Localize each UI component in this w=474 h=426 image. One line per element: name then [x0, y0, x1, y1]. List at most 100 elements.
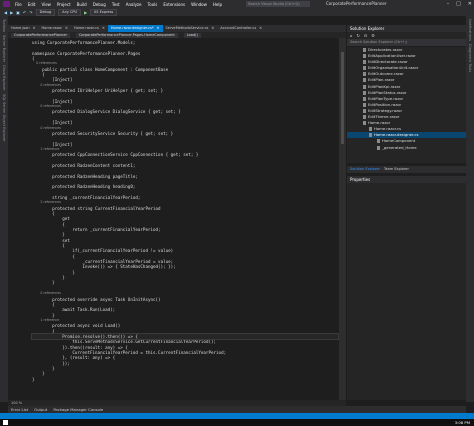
solution-explorer-title: Solution Explorer	[347, 25, 466, 32]
properties-title: Properties	[347, 176, 466, 183]
solution-tree-item-label: EditPosition.razor	[368, 101, 402, 107]
menu-item-extensions[interactable]: Extensions	[160, 2, 188, 7]
solution-tree-item-label: Home.razor.cs	[374, 126, 402, 132]
editor-tab[interactable]: Home.razor.designer.cs* ✕	[107, 25, 163, 32]
project-dropdown[interactable]: CorporatePerformancePlanner	[11, 32, 70, 38]
file-icon	[363, 72, 366, 77]
save-icon[interactable]: ▣	[16, 10, 20, 15]
window-title: CorporatePerformancePlanner	[326, 1, 387, 6]
undo-icon[interactable]: ↶	[23, 10, 26, 15]
file-icon	[363, 115, 366, 120]
file-icon	[377, 139, 380, 144]
settings-icon[interactable]: ⚙	[371, 33, 375, 38]
forward-icon[interactable]: ▶	[10, 10, 13, 15]
editor-tab[interactable]: ServeMethodsService.cs ✕	[163, 25, 218, 32]
solution-tree-item-label: Home.razor.designer.cs	[374, 132, 419, 138]
server-explorer-tab[interactable]: Server Explorer	[2, 35, 6, 62]
toolbar: ◀ ▶ ▣ ↶ ↷ Debug Any CPU ▶ IIS Express	[0, 8, 474, 16]
tab-close-icon[interactable]: ✕	[65, 25, 68, 32]
file-icon	[363, 54, 366, 59]
left-tool-strip: Toolbox Server Explorer Cloud Explorer S…	[0, 16, 8, 402]
run-icon[interactable]: ▶	[84, 10, 87, 15]
maximize-icon[interactable]: □	[456, 0, 461, 8]
solution-tree-item-label: EditOrganisationUnit.razor	[368, 65, 419, 71]
type-dropdown[interactable]: CorporatePerformancePlanner.Pages.HomeCo…	[75, 32, 178, 38]
sql-explorer-tab[interactable]: SQL Server Object Explorer	[2, 94, 6, 142]
bottom-tab[interactable]: Error List	[11, 406, 28, 413]
menu-bar: File Edit View Project Build Debug Test Analyze…	[12, 2, 225, 7]
bottom-tab[interactable]: Output	[34, 406, 47, 413]
toolbox-tab[interactable]: Toolbox	[2, 19, 6, 32]
solution-search-input[interactable]: Search Solution Explorer (Ctrl+;)	[347, 39, 466, 46]
editor-tab-label: AccountController.cs	[220, 26, 257, 30]
menu-item-debug[interactable]: Debug	[90, 2, 109, 7]
code-editor[interactable]: using CorporatePerformancePlanner.Models…	[8, 38, 346, 400]
notifications-tab[interactable]: Notifications	[468, 19, 472, 41]
file-icon	[363, 60, 366, 65]
minimize-icon[interactable]: –	[447, 0, 450, 8]
configuration-dropdown[interactable]: Debug	[35, 8, 56, 16]
bottom-tab[interactable]: Package Manager Console	[53, 406, 103, 413]
editor-tab[interactable]: AccountController.cs ✕	[217, 25, 265, 32]
solution-tree-item-label: EditPlan.razor	[368, 77, 395, 83]
file-icon	[363, 121, 366, 126]
solution-panel-tab[interactable]: Solution Explorer	[350, 166, 380, 173]
solution-panel-tab[interactable]: Team Explorer	[384, 166, 409, 173]
tab-close-icon[interactable]: ✕	[102, 25, 105, 32]
editor-scrollbar[interactable]	[339, 38, 346, 400]
menu-item-edit[interactable]: Edit	[25, 2, 39, 7]
collapse-icon[interactable]: ⊟	[364, 33, 367, 38]
menu-item-file[interactable]: File	[12, 2, 25, 7]
cloud-explorer-tab[interactable]: Cloud Explorer	[2, 65, 6, 91]
tab-close-icon[interactable]: ✕	[211, 25, 214, 32]
solution-tree-item-label: EditDirectorate.razor	[368, 59, 408, 65]
close-icon[interactable]: ✕	[468, 0, 472, 8]
solution-tree-item-label: Home.razor	[368, 120, 391, 126]
member-dropdown[interactable]: Load()	[183, 32, 201, 38]
file-icon	[363, 102, 366, 107]
editor-tab-label: Home.json	[11, 26, 30, 30]
editor-tab[interactable]: Home.razor.cs ✕	[71, 25, 108, 32]
solution-tree: Directorates.razor EditApplicationUser.ra…	[347, 47, 466, 163]
search-input[interactable]: Search Visual Studio (Ctrl+Q)	[246, 1, 310, 7]
solution-tree-item-label: HomeComponent	[382, 138, 416, 144]
run-target-button[interactable]: IIS Express	[90, 8, 118, 16]
file-icon	[363, 48, 366, 52]
menu-item-build[interactable]: Build	[74, 2, 90, 7]
tab-close-icon[interactable]: ✕	[259, 25, 262, 32]
code-line: }	[32, 376, 35, 382]
diagnostic-tools-tab[interactable]: Diagnostic Tools	[468, 44, 472, 72]
redo-icon[interactable]: ↷	[29, 10, 32, 15]
taskbar-clock: 3:08 PM	[454, 420, 470, 425]
window-controls: – □ ✕	[447, 0, 472, 8]
file-icon	[369, 127, 372, 132]
editor-tab-label: Home.razor.cs	[73, 26, 99, 30]
solution-tree-item-label: _generated_Home	[382, 144, 417, 150]
tab-close-icon[interactable]: ✕	[33, 25, 36, 32]
menu-item-test[interactable]: Test	[109, 2, 123, 7]
menu-item-project[interactable]: Project	[54, 2, 74, 7]
editor-tab[interactable]: Home.razor ✕	[39, 25, 71, 32]
editor-tab-label: ServeMethodsService.cs	[165, 26, 209, 30]
editor-tab[interactable]: Home.json ✕	[8, 25, 39, 32]
menu-item-window[interactable]: Window	[188, 2, 210, 7]
menu-item-help[interactable]: Help	[210, 2, 225, 7]
menu-item-tools[interactable]: Tools	[145, 2, 161, 7]
solution-tree-item-label: EditPlanKpi.razor	[368, 83, 401, 89]
file-icon	[363, 66, 366, 71]
menu-item-view[interactable]: View	[38, 2, 54, 7]
title-bar: File Edit View Project Build Debug Test Analyze…	[0, 0, 474, 8]
back-icon[interactable]: ◀	[4, 10, 7, 15]
menu-item-analyze[interactable]: Analyze	[123, 2, 145, 7]
refresh-icon[interactable]: ↻	[357, 33, 360, 38]
solution-tree-item-label: EditOutcome.razor	[368, 71, 404, 77]
solution-tree-item[interactable]: _generated_Home	[347, 145, 466, 151]
file-icon	[363, 78, 366, 83]
editor-tab-label: Home.razor.designer.cs*	[110, 26, 154, 30]
tab-close-icon[interactable]: ✕	[157, 25, 160, 32]
solution-tree-item-label: EditTheme.razor	[368, 114, 400, 120]
windows-start-icon[interactable]	[3, 420, 8, 425]
solution-tree-item-label: EditPlanType.razor	[368, 95, 404, 101]
platform-dropdown[interactable]: Any CPU	[58, 8, 82, 16]
home-icon[interactable]: ⌂	[350, 33, 353, 38]
